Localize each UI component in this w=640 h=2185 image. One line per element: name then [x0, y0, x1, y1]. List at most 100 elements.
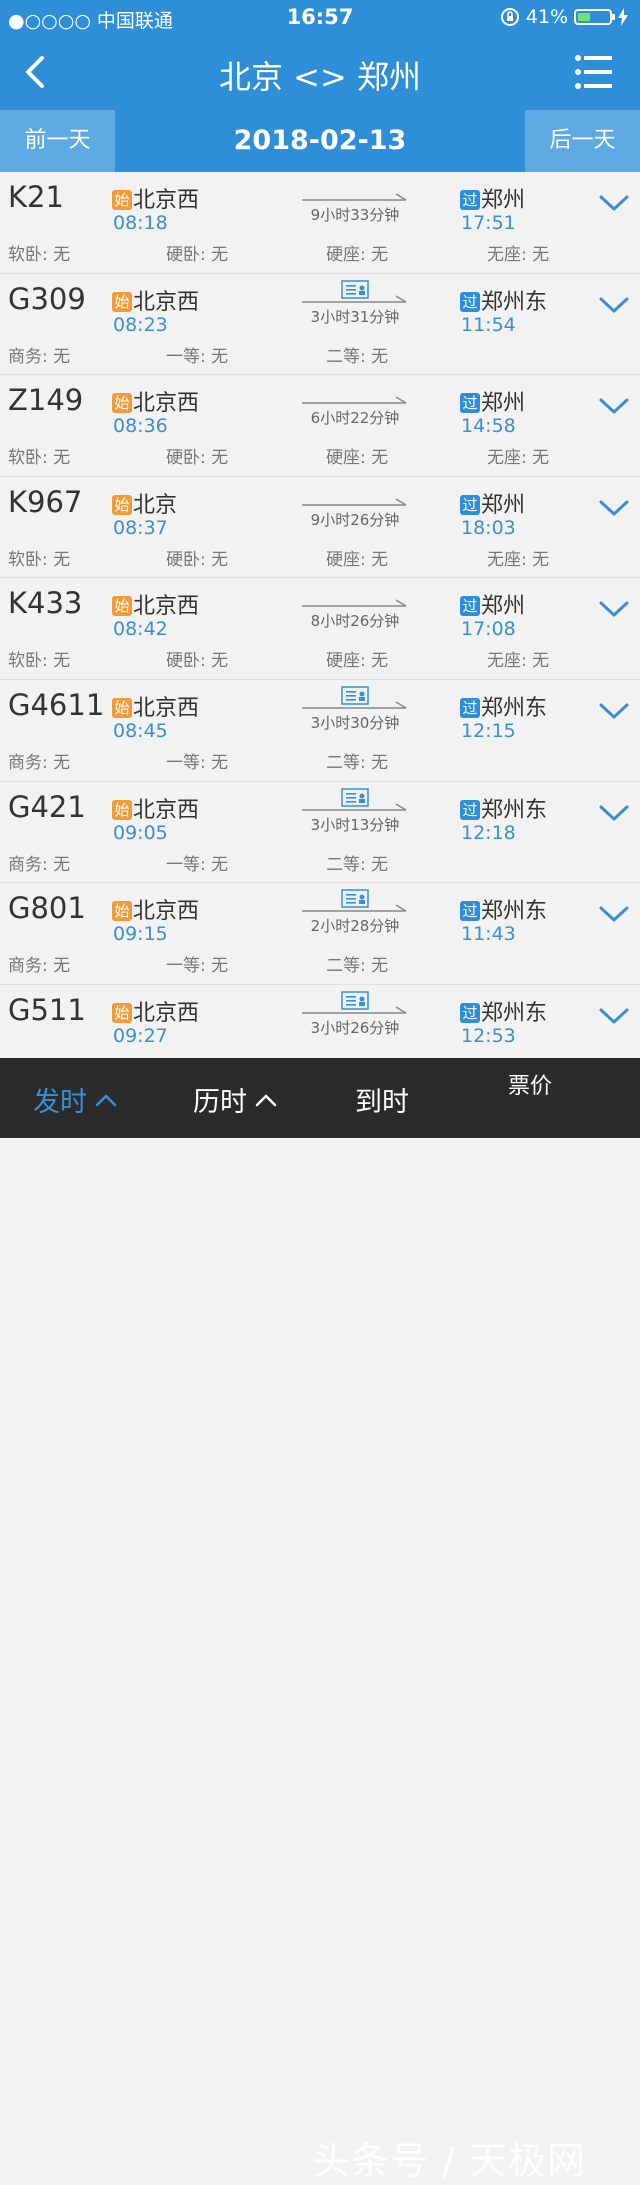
departure-time: 08:36 [113, 415, 168, 438]
page-title: 北京 <> 郑州 [219, 58, 421, 96]
start-tag: 始 [112, 697, 132, 718]
arrival-time: 11:54 [461, 313, 516, 336]
ticket-icon [341, 787, 369, 807]
to-station-name: 郑州 [481, 492, 526, 518]
duration-text: 3小时13分钟 [310, 815, 400, 834]
arrival-time: 12:18 [461, 821, 516, 844]
start-tag: 始 [112, 1002, 132, 1023]
menu-icon[interactable] [574, 52, 614, 92]
prev-day-button[interactable]: 前一天 [0, 110, 115, 172]
seat-availability: 商务: 无 [8, 956, 71, 977]
seat-availability: 硬卧: 无 [166, 245, 229, 265]
from-station-name: 北京西 [133, 1000, 200, 1026]
chevron-down-icon[interactable] [598, 1005, 630, 1027]
train-row[interactable]: G421 始北京西 09:05 3小时13分钟 过郑州东 12:18 商务: 无… [0, 781, 640, 884]
seat-availability: 商务: 无 [8, 854, 71, 875]
from-station: 始北京西 [112, 893, 199, 925]
chevron-down-icon[interactable] [598, 294, 630, 316]
sort-price-tab[interactable]: 票价 [508, 1068, 552, 1100]
chevron-down-icon[interactable] [598, 192, 630, 214]
to-station: 过郑州 [460, 588, 525, 620]
battery-icon [574, 9, 615, 25]
duration-block: 2小时28分钟 [300, 889, 410, 939]
battery-fill [578, 13, 590, 21]
to-station: 过郑州东 [460, 792, 547, 824]
train-list: K21 始北京西 08:18 9小时33分钟 过郑州 17:51 软卧: 无 硬… [0, 172, 640, 1058]
to-station-name: 郑州 [481, 391, 526, 417]
from-station-name: 北京西 [133, 188, 200, 213]
from-station-name: 北京西 [133, 695, 200, 721]
pass-tag: 过 [460, 494, 480, 515]
seat-availability: 一等: 无 [166, 346, 229, 367]
seat-availability: 软卧: 无 [8, 448, 71, 469]
start-tag: 始 [112, 901, 132, 922]
to-station-name: 郑州东 [481, 289, 548, 315]
train-number: K433 [8, 586, 83, 621]
arrival-time: 14:58 [461, 415, 516, 438]
arrival-time: 12:53 [461, 1024, 516, 1047]
seat-availability: 软卧: 无 [8, 549, 71, 570]
pass-tag: 过 [460, 596, 480, 617]
from-station: 始北京西 [112, 588, 199, 620]
to-station: 过郑州东 [460, 284, 547, 316]
train-row[interactable]: G801 始北京西 09:15 2小时28分钟 过郑州东 11:43 商务: 无… [0, 883, 640, 985]
duration-block: 9小时33分钟 [300, 178, 410, 228]
seat-availability: 硬卧: 无 [166, 549, 229, 570]
from-station-name: 北京西 [133, 289, 200, 315]
train-row[interactable]: G309 始北京西 08:23 3小时31分钟 过郑州东 11:54 商务: 无… [0, 273, 640, 376]
seat-availability: 一等: 无 [166, 854, 229, 875]
chevron-up-icon [95, 1094, 117, 1107]
to-station-name: 郑州 [481, 188, 526, 213]
train-row[interactable]: G511 始北京西 09:27 3小时26分钟 过郑州东 12:53 [0, 984, 640, 1058]
duration-text: 6小时22分钟 [310, 409, 400, 428]
departure-time: 09:27 [113, 1024, 168, 1047]
seat-availability: 无座: 无 [487, 651, 550, 672]
from-station: 始北京西 [112, 995, 199, 1027]
sort-tab-bar: 发时 历时 到时 票价 头条号 / 天极网 [0, 1058, 640, 2183]
seat-availability: 二等: 无 [326, 752, 389, 773]
train-number: K21 [8, 180, 64, 214]
departure-time: 08:42 [113, 618, 168, 641]
seat-availability: 一等: 无 [166, 956, 229, 977]
sort-duration-tab[interactable]: 历时 [193, 1080, 277, 1119]
duration-text: 3小时30分钟 [310, 713, 400, 732]
to-station: 过郑州东 [460, 893, 547, 925]
train-row[interactable]: G4611 始北京西 08:45 3小时30分钟 过郑州东 12:15 商务: … [0, 679, 640, 782]
chevron-down-icon[interactable] [598, 903, 630, 925]
train-row[interactable]: K967 始北京 08:37 9小时26分钟 过郑州 18:03 软卧: 无 硬… [0, 476, 640, 579]
current-date[interactable]: 2018-02-13 [115, 110, 525, 172]
duration-text: 3小时31分钟 [310, 307, 400, 326]
to-station: 过郑州 [460, 182, 525, 214]
train-number: G511 [8, 992, 86, 1027]
pass-tag: 过 [460, 901, 480, 922]
chevron-up-icon [255, 1094, 277, 1107]
departure-time: 08:23 [113, 313, 168, 336]
seat-availability: 软卧: 无 [8, 245, 71, 265]
from-station-name: 北京西 [133, 797, 200, 823]
train-row[interactable]: K433 始北京西 08:42 8小时26分钟 过郑州 17:08 软卧: 无 … [0, 578, 640, 680]
arrival-time: 11:43 [461, 923, 516, 946]
train-number: G309 [8, 281, 86, 316]
chevron-down-icon[interactable] [598, 395, 630, 417]
chevron-down-icon[interactable] [598, 802, 630, 824]
chevron-down-icon[interactable] [598, 598, 630, 620]
to-station-name: 郑州东 [481, 695, 548, 721]
train-row[interactable]: Z149 始北京西 08:36 6小时22分钟 过郑州 14:58 软卧: 无 … [0, 375, 640, 477]
watermark: 头条号 / 天极网 [312, 2139, 586, 2183]
duration-text: 9小时33分钟 [310, 206, 400, 224]
chevron-down-icon[interactable] [598, 497, 630, 519]
duration-block: 6小时22分钟 [300, 381, 410, 431]
next-day-button[interactable]: 后一天 [525, 110, 640, 172]
nav-bar: 北京 <> 郑州 [0, 36, 640, 110]
from-station-name: 北京 [133, 492, 178, 518]
train-row[interactable]: K21 始北京西 08:18 9小时33分钟 过郑州 17:51 软卧: 无 硬… [0, 172, 640, 274]
seat-availability: 无座: 无 [487, 245, 550, 265]
pass-tag: 过 [460, 799, 480, 820]
chevron-down-icon[interactable] [598, 700, 630, 722]
train-number: Z149 [8, 383, 84, 418]
sort-arrival-tab[interactable]: 到时 [355, 1080, 409, 1119]
seat-availability: 无座: 无 [487, 549, 550, 570]
sort-departure-tab[interactable]: 发时 [33, 1080, 117, 1119]
duration-text: 8小时26分钟 [310, 612, 400, 631]
from-station-name: 北京西 [133, 899, 200, 925]
